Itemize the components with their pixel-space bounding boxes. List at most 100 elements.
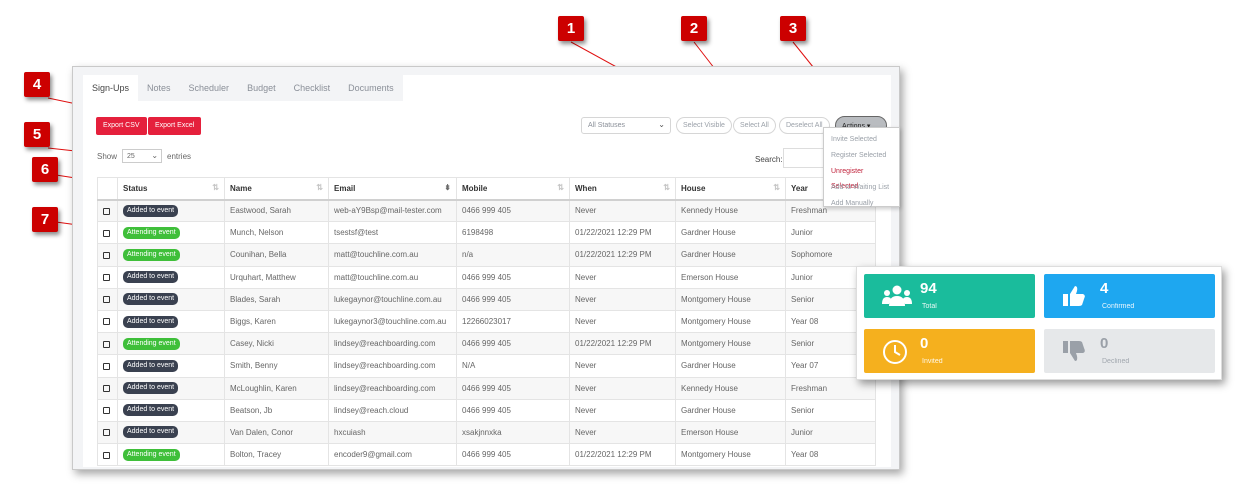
- table-row[interactable]: Added to event Eastwood, Sarah web-aY9Bsp@…: [97, 198, 876, 223]
- stat-card-total: 94 Total: [864, 274, 1035, 318]
- mobile-cell: 0466 999 405: [456, 443, 570, 467]
- status-cell: Added to event: [117, 265, 225, 289]
- page-length-select[interactable]: 25 ⌄: [122, 149, 163, 163]
- mobile-cell: 0466 999 405: [456, 398, 570, 422]
- when-cell: 01/22/2021 12:29 PM: [569, 243, 676, 267]
- status-badge: Added to event: [123, 204, 179, 217]
- sort-descending-icon: ⇟: [444, 183, 451, 192]
- search-label: Search:: [755, 155, 783, 164]
- menu-item-add-to-waiting-list[interactable]: Add to Waiting List: [824, 180, 899, 196]
- mobile-cell: 6198498: [456, 221, 570, 245]
- table-row[interactable]: Added to event Blades, Sarah lukegaynor@to…: [97, 287, 876, 311]
- table-row[interactable]: Attending event Munch, Nelson tsestsf@test…: [97, 221, 876, 245]
- header-house[interactable]: House ⇅: [675, 177, 786, 201]
- deselect-all-button[interactable]: Deselect All: [779, 117, 830, 134]
- menu-item-add-manually[interactable]: Add Manually: [824, 196, 899, 212]
- status-cell: Added to event: [117, 398, 225, 422]
- header-mobile[interactable]: Mobile ⇅: [456, 177, 570, 201]
- year-cell: Year 08: [785, 443, 876, 467]
- name-cell: Van Dalen, Conor: [224, 420, 329, 445]
- status-cell: Added to event: [117, 287, 225, 311]
- row-checkbox[interactable]: [103, 251, 110, 259]
- row-checkbox[interactable]: [103, 207, 110, 215]
- tab-scheduler[interactable]: Scheduler: [179, 75, 239, 101]
- annotation-marker-5: 5: [24, 122, 50, 147]
- table-row[interactable]: Added to event Smith, Benny lindsey@reachb…: [97, 354, 876, 378]
- actions-dropdown-menu: Invite Selected Register Selected Unregi…: [823, 127, 900, 207]
- annotation-marker-1: 1: [558, 16, 584, 41]
- status-cell: Added to event: [117, 354, 225, 378]
- row-checkbox[interactable]: [103, 451, 110, 459]
- header-name[interactable]: Name ⇅: [224, 177, 329, 201]
- house-cell: Montgomery House: [675, 332, 786, 356]
- header-label: Status: [123, 183, 148, 193]
- stat-label: Confirmed: [1102, 303, 1135, 310]
- name-cell: Bolton, Tracey: [224, 443, 329, 467]
- email-cell: matt@touchline.com.au: [328, 265, 457, 289]
- annotation-marker-6: 6: [32, 157, 58, 182]
- table-row[interactable]: Attending event Bolton, Tracey encoder9@gm…: [97, 443, 876, 467]
- header-status[interactable]: Status ⇅: [117, 177, 225, 201]
- row-select-cell: [97, 354, 118, 378]
- name-cell: Urquhart, Matthew: [224, 265, 329, 289]
- status-filter-value: All Statuses: [588, 122, 625, 129]
- row-select-cell: [97, 198, 118, 223]
- tab-sign-ups[interactable]: Sign-Ups: [83, 75, 139, 101]
- menu-item-register-selected[interactable]: Register Selected: [824, 148, 899, 164]
- email-cell: lindsey@reachboarding.com: [328, 332, 457, 356]
- select-visible-button[interactable]: Select Visible: [676, 117, 732, 134]
- table-row[interactable]: Added to event Beatson, Jb lindsey@reach.c…: [97, 398, 876, 422]
- row-checkbox[interactable]: [103, 340, 110, 348]
- row-checkbox[interactable]: [103, 296, 110, 304]
- row-select-cell: [97, 243, 118, 267]
- name-cell: Biggs, Karen: [224, 309, 329, 334]
- table-row[interactable]: Added to event Biggs, Karen lukegaynor3@to…: [97, 309, 876, 334]
- table-row[interactable]: Added to event McLoughlin, Karen lindsey@r…: [97, 376, 876, 400]
- tab-checklist[interactable]: Checklist: [284, 75, 340, 101]
- status-cell: Attending event: [117, 443, 225, 467]
- export-csv-button[interactable]: Export CSV: [96, 117, 147, 135]
- header-email[interactable]: Email ⇟: [328, 177, 457, 201]
- when-cell: Never: [569, 287, 676, 311]
- header-when[interactable]: When ⇅: [569, 177, 676, 201]
- mobile-cell: N/A: [456, 354, 570, 378]
- tab-notes[interactable]: Notes: [138, 75, 180, 101]
- status-badge: Attending event: [123, 337, 180, 350]
- tab-budget[interactable]: Budget: [238, 75, 285, 101]
- row-checkbox[interactable]: [103, 362, 110, 370]
- stat-card-declined: 0 Declined: [1044, 329, 1215, 373]
- row-checkbox[interactable]: [103, 384, 110, 392]
- tab-documents[interactable]: Documents: [339, 75, 403, 101]
- house-cell: Kennedy House: [675, 376, 786, 400]
- row-checkbox[interactable]: [103, 229, 110, 237]
- year-cell: Junior: [785, 221, 876, 245]
- status-cell: Added to event: [117, 309, 225, 334]
- row-checkbox[interactable]: [103, 407, 110, 415]
- table-row[interactable]: Attending event Counihan, Bella matt@touch…: [97, 243, 876, 267]
- row-checkbox[interactable]: [103, 274, 110, 282]
- mobile-cell: 12266023017: [456, 309, 570, 334]
- row-checkbox[interactable]: [103, 429, 110, 437]
- annotation-marker-7: 7: [32, 207, 58, 232]
- table-row[interactable]: Added to event Urquhart, Matthew matt@touc…: [97, 265, 876, 289]
- row-checkbox[interactable]: [103, 318, 110, 326]
- chevron-down-icon: ⌄: [658, 120, 665, 129]
- row-select-cell: [97, 309, 118, 334]
- export-excel-button[interactable]: Export Excel: [148, 117, 202, 135]
- status-cell: Added to event: [117, 376, 225, 400]
- select-all-button[interactable]: Select All: [733, 117, 776, 134]
- status-badge: Attending event: [123, 248, 180, 261]
- header-label: Name: [230, 183, 252, 193]
- table-row[interactable]: Attending event Casey, Nicki lindsey@reach…: [97, 332, 876, 356]
- status-filter-select[interactable]: All Statuses ⌄: [581, 117, 671, 134]
- mobile-cell: 0466 999 405: [456, 198, 570, 223]
- email-cell: hxcuiash: [328, 420, 457, 445]
- status-badge: Added to event: [123, 404, 179, 417]
- menu-item-invite-selected[interactable]: Invite Selected: [824, 132, 899, 148]
- stat-value: 0: [920, 335, 929, 352]
- table-row[interactable]: Added to event Van Dalen, Conor hxcuiash xs…: [97, 420, 876, 445]
- menu-item-unregister-selected[interactable]: Unregister Selected: [824, 164, 899, 190]
- row-select-cell: [97, 265, 118, 289]
- annotation-marker-4: 4: [24, 72, 50, 97]
- when-cell: 01/22/2021 12:29 PM: [569, 332, 676, 356]
